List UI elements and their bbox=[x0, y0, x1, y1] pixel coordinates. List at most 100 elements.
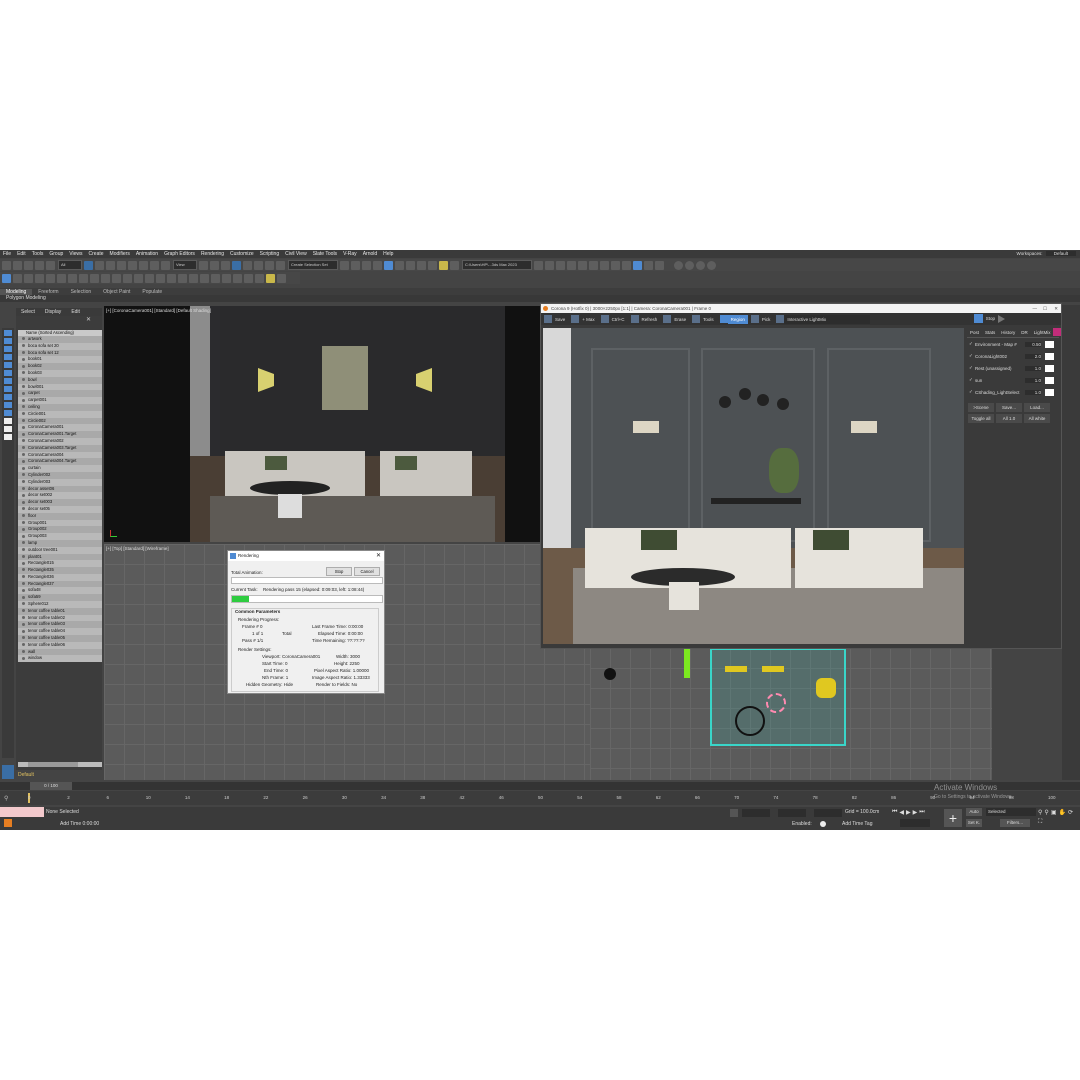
visibility-icon[interactable] bbox=[22, 575, 25, 579]
keyboard-shortcut-icon[interactable] bbox=[221, 260, 230, 270]
vfb-tool-icon[interactable] bbox=[600, 315, 609, 323]
undo-icon[interactable] bbox=[2, 260, 11, 270]
sphere-icon[interactable] bbox=[178, 273, 187, 283]
vfb-tool-icon[interactable] bbox=[663, 315, 672, 323]
vfb-button-4[interactable]: Erase bbox=[671, 315, 689, 324]
stop-icon[interactable] bbox=[973, 314, 983, 323]
visibility-icon[interactable] bbox=[22, 446, 25, 450]
visibility-icon[interactable] bbox=[22, 391, 25, 395]
filter-helpers-icon[interactable] bbox=[4, 370, 12, 376]
scene-list-item[interactable]: wall bbox=[18, 648, 102, 656]
visibility-icon[interactable] bbox=[22, 636, 25, 640]
vfb-button-8[interactable]: Interactive LightMix bbox=[784, 314, 871, 324]
zoom-all-icon[interactable]: ⚲ bbox=[1044, 809, 1048, 817]
minimize-icon[interactable]: — bbox=[1033, 304, 1038, 313]
scene-list-item[interactable]: book02 bbox=[18, 363, 102, 370]
material-editor-icon[interactable] bbox=[417, 260, 426, 270]
scene-list-item[interactable]: artwork bbox=[18, 336, 102, 343]
visibility-icon[interactable] bbox=[22, 480, 25, 484]
visibility-icon[interactable] bbox=[22, 337, 25, 341]
scene-list-item[interactable]: sofa48 bbox=[18, 587, 102, 595]
scene-list-item[interactable]: outdoor tree001 bbox=[18, 546, 102, 554]
key-filter-dropdown[interactable]: Selected bbox=[986, 808, 1036, 816]
visibility-icon[interactable] bbox=[22, 534, 25, 538]
adaptive-degradation-icon[interactable] bbox=[820, 821, 826, 827]
corona-icon[interactable] bbox=[556, 260, 565, 270]
visibility-icon[interactable] bbox=[22, 548, 25, 552]
current-frame-field[interactable] bbox=[900, 819, 930, 827]
lightmix-button-1[interactable]: Save... bbox=[996, 403, 1022, 412]
edit-named-sel-icon[interactable] bbox=[276, 260, 285, 270]
scene-list-item[interactable]: CoronaCamera004.Target bbox=[18, 458, 102, 466]
vfb-button-7[interactable]: Pick bbox=[759, 315, 774, 324]
rendered-image[interactable] bbox=[543, 328, 964, 644]
line-icon[interactable] bbox=[255, 273, 264, 283]
scene-list-item[interactable]: bowl bbox=[18, 376, 102, 384]
interactive-render-icon[interactable] bbox=[633, 260, 642, 270]
vfb-button-1[interactable]: + Max bbox=[579, 315, 597, 324]
helpers-icon[interactable] bbox=[112, 273, 121, 283]
isolate-selection-icon[interactable] bbox=[730, 809, 738, 817]
text-icon[interactable] bbox=[244, 273, 253, 283]
visibility-icon[interactable] bbox=[22, 527, 25, 531]
light-bulb-icon[interactable] bbox=[266, 273, 275, 283]
bind-space-warp-icon[interactable] bbox=[46, 260, 55, 270]
y-coordinate-field[interactable] bbox=[778, 809, 806, 817]
visibility-icon[interactable] bbox=[22, 595, 25, 599]
filter-cameras-icon[interactable] bbox=[4, 362, 12, 368]
visibility-icon[interactable] bbox=[22, 384, 25, 388]
visibility-icon[interactable] bbox=[22, 452, 25, 456]
filter-bones-icon[interactable] bbox=[4, 402, 12, 408]
visibility-icon[interactable] bbox=[22, 568, 25, 572]
visibility-icon[interactable] bbox=[22, 609, 25, 613]
ribbon-tab-1[interactable]: Freeform bbox=[32, 289, 64, 295]
sphere-2-icon[interactable] bbox=[685, 260, 694, 270]
visibility-icon[interactable] bbox=[22, 514, 25, 518]
toggle-scene-explorer-icon[interactable] bbox=[373, 260, 382, 270]
vfb-tool-icon[interactable] bbox=[750, 315, 759, 323]
visibility-icon[interactable] bbox=[22, 425, 25, 429]
scene-list-item[interactable]: Rectangle037 bbox=[18, 580, 102, 588]
scene-list-item[interactable]: Group001 bbox=[18, 519, 102, 527]
visibility-icon[interactable] bbox=[22, 459, 25, 463]
rotate-icon[interactable] bbox=[139, 260, 148, 270]
cylinder-icon[interactable] bbox=[167, 273, 176, 283]
visibility-icon[interactable] bbox=[22, 344, 25, 348]
visibility-icon[interactable] bbox=[22, 378, 25, 382]
visibility-icon[interactable] bbox=[22, 364, 25, 368]
filters-button[interactable]: Filters... bbox=[1000, 819, 1030, 827]
maximize-icon[interactable]: ☐ bbox=[1043, 304, 1047, 313]
folder-icon[interactable] bbox=[534, 260, 543, 270]
scene-list-item[interactable]: tenor coffee table02 bbox=[18, 614, 102, 622]
visibility-icon[interactable] bbox=[22, 439, 25, 443]
motion-icon[interactable] bbox=[35, 273, 44, 283]
asset-icon[interactable] bbox=[644, 260, 653, 270]
light-lister-icon[interactable] bbox=[578, 260, 587, 270]
visibility-icon[interactable] bbox=[22, 493, 25, 497]
stop-button[interactable]: Stop bbox=[326, 567, 352, 576]
filter-groups-icon[interactable] bbox=[4, 386, 12, 392]
pyramid-icon[interactable] bbox=[222, 273, 231, 283]
modify-icon[interactable] bbox=[13, 273, 22, 283]
snaps-toggle-icon[interactable] bbox=[232, 260, 241, 270]
display-filter-icon[interactable] bbox=[4, 330, 12, 336]
scene-list-item[interactable]: tenor coffee table04 bbox=[18, 628, 102, 636]
menu-item-9[interactable]: Rendering bbox=[201, 251, 224, 257]
go-to-start-icon[interactable]: ⏮ bbox=[892, 809, 897, 817]
torus-icon[interactable] bbox=[200, 273, 209, 283]
vfb-tool-icon[interactable] bbox=[692, 315, 701, 323]
scene-list-item[interactable]: Circle001 bbox=[18, 410, 102, 418]
lightmix-color-swatch[interactable] bbox=[1045, 388, 1054, 396]
menu-item-0[interactable]: File bbox=[3, 251, 11, 257]
scene-list-item[interactable]: CoronaCamera001.Target bbox=[18, 431, 102, 438]
lightmix-color-swatch[interactable] bbox=[1045, 364, 1054, 372]
close-icon[interactable]: ✕ bbox=[1054, 304, 1058, 313]
x-coordinate-field[interactable] bbox=[742, 809, 770, 817]
scene-list-item[interactable]: tenor coffee table06 bbox=[18, 641, 102, 649]
ribbon-tab-2[interactable]: Selection bbox=[65, 289, 98, 295]
scene-converter-icon[interactable] bbox=[622, 260, 631, 270]
menu-item-11[interactable]: Scripting bbox=[260, 251, 279, 257]
lightmix-button-0[interactable]: >Scene bbox=[968, 403, 994, 412]
named-selection-dropdown[interactable]: Create Selection Set bbox=[288, 260, 338, 270]
teapot-icon[interactable] bbox=[145, 273, 154, 283]
